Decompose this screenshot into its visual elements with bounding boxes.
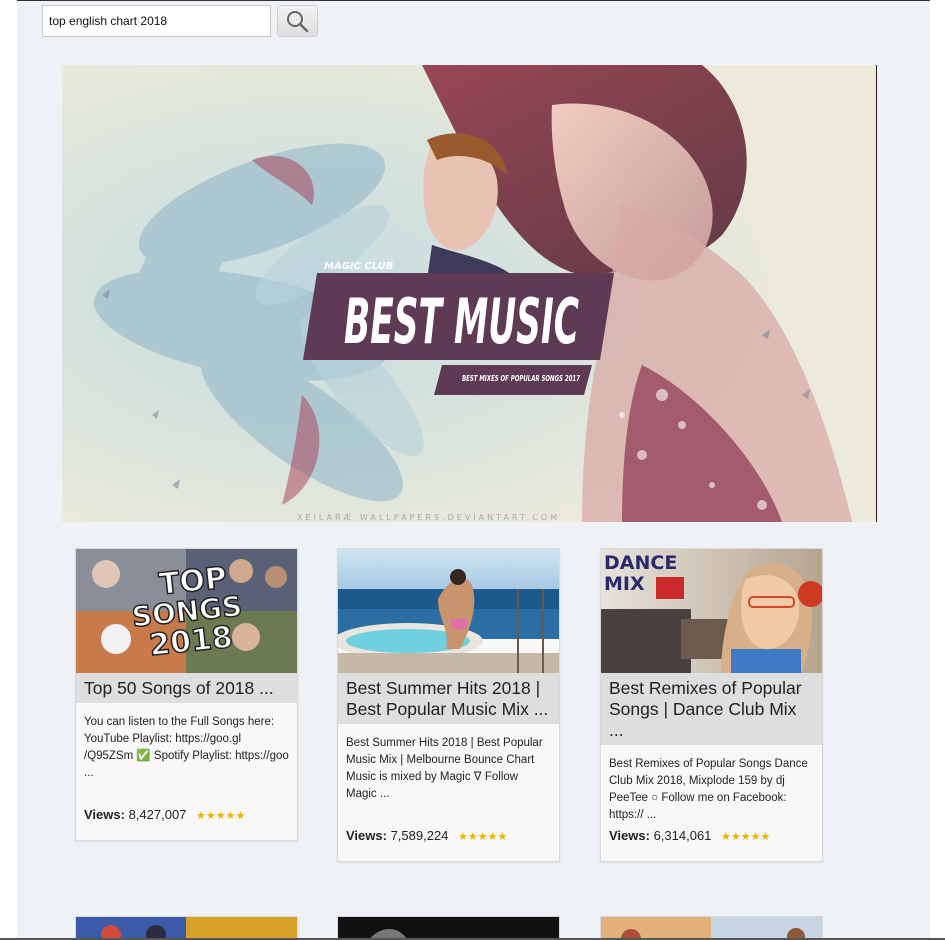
rating-stars-icon: ★★★★★ bbox=[196, 810, 246, 822]
thumb-text: DANCE bbox=[604, 552, 677, 574]
thumb-text: MIX bbox=[604, 573, 645, 595]
hero-watermark: XEILARÆ WALLPAPERS.DEVIANTART.COM bbox=[297, 513, 560, 522]
views-count: 7,589,224 bbox=[390, 828, 449, 843]
video-thumbnail[interactable] bbox=[75, 916, 298, 940]
video-title[interactable]: Best Summer Hits 2018 | Best Popular Mus… bbox=[338, 673, 559, 724]
views-count: 6,314,061 bbox=[653, 828, 712, 843]
hero-title: BEST MUSIC bbox=[344, 285, 579, 358]
rating-stars-icon: ★★★★★ bbox=[721, 831, 771, 843]
hero-artwork: MAGIC CLUB BEST MUSIC BEST MIXES OF POPU… bbox=[62, 65, 876, 522]
video-thumbnail[interactable] bbox=[338, 549, 559, 673]
video-card[interactable]: TOP SONGS 2018 Top 50 Songs of 2018 ... … bbox=[75, 548, 298, 841]
video-card[interactable]: Best Summer Hits 2018 | Best Popular Mus… bbox=[337, 548, 560, 862]
search-icon bbox=[287, 11, 309, 33]
video-description: Best Remixes of Popular Songs Dance Club… bbox=[609, 758, 808, 821]
views-label: Views: bbox=[346, 828, 387, 843]
video-title[interactable]: Best Remixes of Popular Songs | Dance Cl… bbox=[601, 673, 822, 745]
hero-badge: MAGIC CLUB bbox=[324, 261, 393, 272]
hero-subtitle: BEST MIXES OF POPULAR SONGS 2017 bbox=[462, 374, 580, 383]
search-button[interactable] bbox=[277, 5, 318, 37]
video-description: Best Summer Hits 2018 | Best Popular Mus… bbox=[346, 737, 543, 800]
views-label: Views: bbox=[609, 828, 650, 843]
video-thumbnail[interactable] bbox=[337, 916, 560, 940]
video-thumbnail[interactable]: TOP SONGS 2018 bbox=[76, 549, 297, 673]
views-row: Views: 7,589,224 ★★★★★ bbox=[338, 828, 515, 843]
rating-stars-icon: ★★★★★ bbox=[458, 831, 508, 843]
views-label: Views: bbox=[84, 807, 125, 822]
video-description: You can listen to the Full Songs here: Y… bbox=[84, 716, 289, 779]
views-row: Views: 6,314,061 ★★★★★ bbox=[601, 828, 778, 843]
video-card[interactable]: DANCE MIX Best Remixes of Popular Songs … bbox=[600, 548, 823, 862]
hero-banner[interactable]: MAGIC CLUB BEST MUSIC BEST MIXES OF POPU… bbox=[62, 65, 877, 522]
views-row: Views: 8,427,007 ★★★★★ bbox=[76, 807, 253, 822]
search-input[interactable] bbox=[42, 5, 271, 37]
video-thumbnail[interactable]: DANCE MIX bbox=[601, 549, 822, 673]
video-thumbnail[interactable] bbox=[600, 916, 823, 940]
views-count: 8,427,007 bbox=[128, 807, 187, 822]
video-title[interactable]: Top 50 Songs of 2018 ... bbox=[76, 673, 297, 703]
